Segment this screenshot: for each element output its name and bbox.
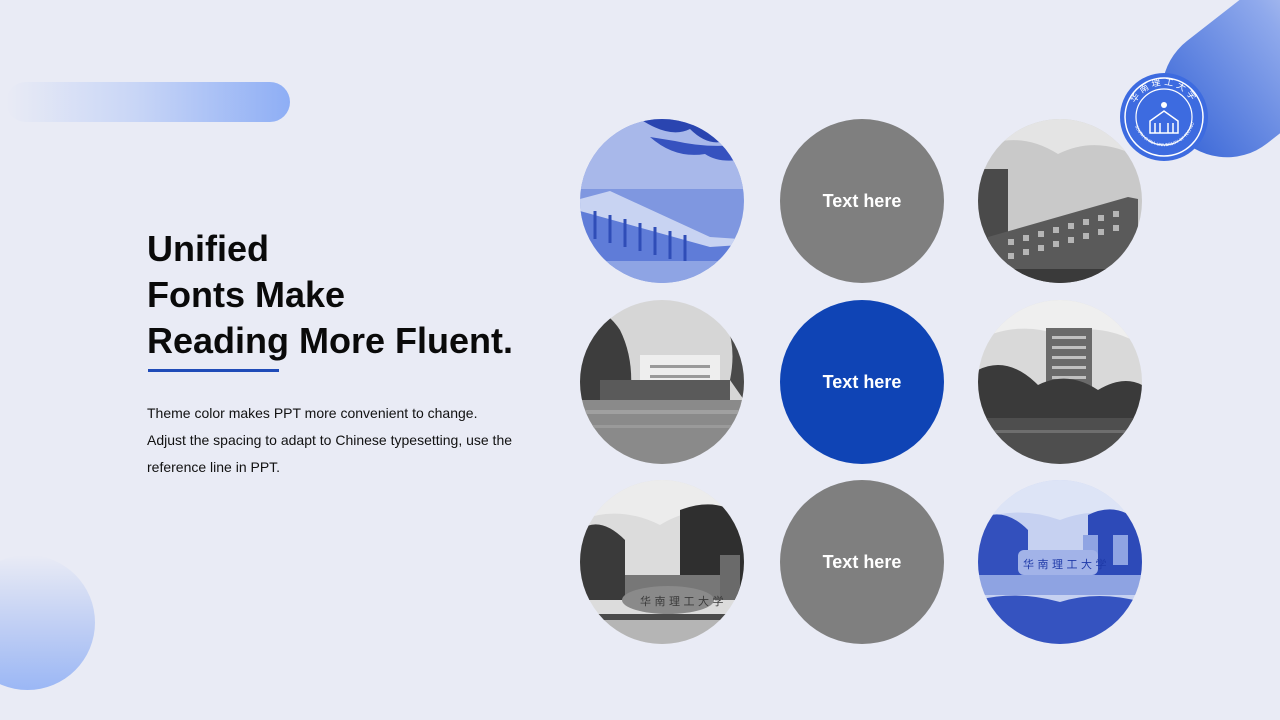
svg-text:华南理工大学: 华南理工大学: [1127, 77, 1200, 105]
university-logo: 华南理工大学 SOUTH CHINA UNIVERSITY OF TECHNOL…: [1120, 73, 1208, 161]
title-line: Unified: [147, 228, 269, 269]
body-line: reference line in PPT.: [147, 459, 281, 475]
title-line: Reading More Fluent.: [147, 320, 514, 361]
text-circle-2: Text here: [780, 300, 944, 464]
svg-text:华 南 理 工 大 学: 华 南 理 工 大 学: [1023, 557, 1106, 571]
gate-stone-gray-photo: 华 南 理 工 大 学: [580, 480, 744, 644]
decorative-corner-circle: [0, 555, 95, 690]
text-circle-label: Text here: [822, 190, 902, 211]
university-seal-icon: 华南理工大学 SOUTH CHINA UNIVERSITY OF TECHNOL…: [1122, 75, 1204, 157]
text-circle-label: Text here: [822, 371, 902, 392]
title-line: Fonts Make: [147, 274, 346, 315]
tower-lake-gray-photo: [978, 300, 1142, 464]
decorative-pill: [6, 82, 290, 122]
text-circle-label: Text here: [822, 551, 902, 572]
seal-text: 华南理工大学: [1127, 77, 1197, 105]
slide-title: Unified Fonts Make Reading More Fluent.: [147, 226, 567, 364]
building-blue-photo: [580, 119, 744, 283]
title-underline: [148, 369, 279, 372]
body-line: Theme color makes PPT more convenient to…: [147, 405, 478, 421]
body-line: Adjust the spacing to adapt to Chinese t…: [147, 432, 513, 448]
text-circle-3: Text here: [780, 480, 944, 644]
lake-gray-photo: [580, 300, 744, 464]
body-paragraph: Theme color makes PPT more convenient to…: [147, 400, 528, 481]
svg-text:华 南 理 工 大 学: 华 南 理 工 大 学: [640, 594, 723, 608]
text-circle-1: Text here: [780, 119, 944, 283]
apartment-gray-photo: [978, 119, 1142, 283]
gate-stone-blue-photo: 华 南 理 工 大 学: [978, 480, 1142, 644]
